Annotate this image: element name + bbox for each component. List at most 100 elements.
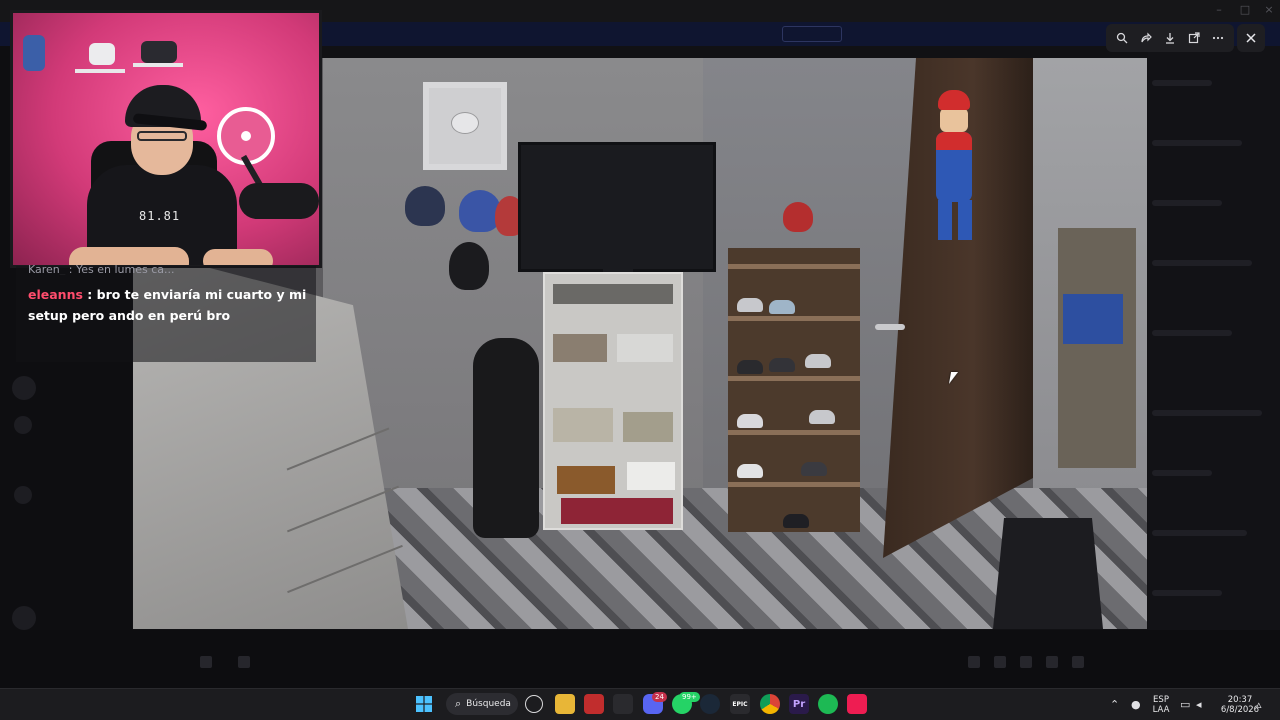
wall-shelf	[75, 69, 125, 73]
share-icon[interactable]	[1136, 28, 1156, 48]
windows-start-icon[interactable]	[414, 694, 434, 714]
steam-icon[interactable]	[700, 694, 720, 714]
bottombar-icon[interactable]	[238, 656, 250, 668]
window-close-icon[interactable]: ×	[1260, 3, 1278, 16]
shelf-item	[553, 284, 673, 304]
bottombar-icon[interactable]	[994, 656, 1006, 668]
background-banner-button[interactable]	[782, 26, 842, 42]
hanging-cap	[405, 186, 445, 226]
maximize-icon[interactable]: □	[1236, 3, 1254, 16]
shoe	[805, 354, 831, 368]
taskbar	[0, 688, 1280, 720]
minimize-icon[interactable]: –	[1210, 3, 1228, 16]
shoe	[809, 410, 835, 424]
app-icon[interactable]	[525, 695, 543, 713]
glasses	[137, 131, 187, 141]
notification-bell-icon[interactable]: ▵	[1256, 698, 1262, 711]
chat-placeholder-line	[1152, 330, 1232, 336]
tray-chevron-up-icon[interactable]: ⌃	[1110, 698, 1119, 711]
background-bottombar	[0, 630, 1280, 688]
shelf-item	[553, 334, 607, 362]
close-icon	[1246, 33, 1256, 43]
blue-box	[1063, 294, 1123, 344]
microphone	[239, 183, 319, 219]
bottombar-icon[interactable]	[200, 656, 212, 668]
app-icon[interactable]	[613, 694, 633, 714]
search-icon: ⌕	[455, 697, 462, 710]
shoe	[783, 514, 809, 528]
shoe-rack	[728, 248, 860, 532]
poster-character	[451, 112, 479, 134]
taskbar-search[interactable]: ⌕ Búsqueda	[446, 693, 518, 715]
tiktok-icon[interactable]	[847, 694, 867, 714]
bottombar-icon[interactable]	[968, 656, 980, 668]
chrome-icon[interactable]	[760, 694, 780, 714]
zoom-icon[interactable]	[1112, 28, 1132, 48]
rack-shelf	[728, 482, 860, 487]
whatsapp-badge: 99+	[679, 692, 700, 702]
shoe	[737, 298, 763, 312]
keyboard-layout: LAA	[1152, 705, 1170, 715]
sidebar-status-icon[interactable]	[14, 416, 32, 434]
language-code: ESP	[1153, 695, 1169, 705]
floor-speaker	[473, 338, 539, 538]
rack-shelf	[728, 430, 860, 435]
rack-shelf	[728, 316, 860, 321]
shelf-figure	[23, 35, 45, 71]
sidebar-avatar-icon[interactable]	[12, 606, 36, 630]
mario-shirt	[936, 132, 972, 150]
more-icon[interactable]	[1208, 28, 1228, 48]
chat-placeholder-line	[1152, 410, 1262, 416]
bottombar-icon[interactable]	[1046, 656, 1058, 668]
shelf-item	[627, 462, 675, 490]
chat-separator: :	[82, 287, 97, 302]
shoe	[737, 414, 763, 428]
bottombar-icon[interactable]	[1020, 656, 1032, 668]
shelf-item	[623, 412, 673, 442]
chat-placeholder-line	[1152, 470, 1212, 476]
mario-leg	[958, 200, 972, 240]
rack-shelf	[728, 264, 860, 269]
shelf-item	[617, 334, 673, 362]
chat-placeholder-line	[1152, 530, 1247, 536]
file-explorer-icon[interactable]	[555, 694, 575, 714]
download-icon[interactable]	[1160, 28, 1180, 48]
chat-previous-message: Karen_ : Yes en lumes ca...	[28, 263, 175, 275]
sidebar-avatar-icon[interactable]	[12, 376, 36, 400]
volume-icon[interactable]: ◂	[1196, 698, 1202, 711]
microphone-icon[interactable]: ●	[1131, 698, 1141, 711]
media-app-icon[interactable]	[584, 694, 604, 714]
open-external-icon[interactable]	[1184, 28, 1204, 48]
discord-badge: 24	[652, 692, 667, 702]
screen: – □ × 81.81 Karen_: Yes en lumes ca... …	[0, 0, 1280, 720]
premiere-icon[interactable]: Pr	[789, 694, 809, 714]
media-viewer-toolbar	[1106, 24, 1234, 52]
wall-shelf	[133, 63, 183, 67]
door-handle	[875, 324, 905, 330]
shelf-item	[557, 466, 615, 494]
shoe	[737, 360, 763, 374]
wall-shelf	[1058, 228, 1136, 468]
shelf-figure	[89, 43, 115, 65]
epic-games-icon[interactable]: EPIC	[730, 694, 750, 714]
figure-toy	[783, 202, 813, 232]
shelf-item	[561, 498, 673, 524]
chat-placeholder-line	[1152, 140, 1242, 146]
mario-face	[940, 108, 968, 132]
language-indicator[interactable]: ESP LAA	[1150, 695, 1172, 715]
network-icon[interactable]: ▭	[1180, 698, 1190, 711]
rack-shelf	[728, 376, 860, 381]
chat-placeholder-line	[1152, 80, 1212, 86]
stool	[993, 518, 1103, 629]
bottombar-icon[interactable]	[1072, 656, 1084, 668]
shoe	[769, 358, 795, 372]
sidebar-status-icon[interactable]	[14, 486, 32, 504]
wall-wheel-center	[241, 131, 251, 141]
shoe	[737, 464, 763, 478]
spotify-icon[interactable]	[818, 694, 838, 714]
mario-sticker	[928, 82, 986, 262]
chat-username[interactable]: eleanns	[28, 287, 83, 302]
chat-placeholder-line	[1152, 590, 1222, 596]
search-label: Búsqueda	[466, 699, 511, 709]
viewer-close-button[interactable]	[1237, 24, 1265, 52]
